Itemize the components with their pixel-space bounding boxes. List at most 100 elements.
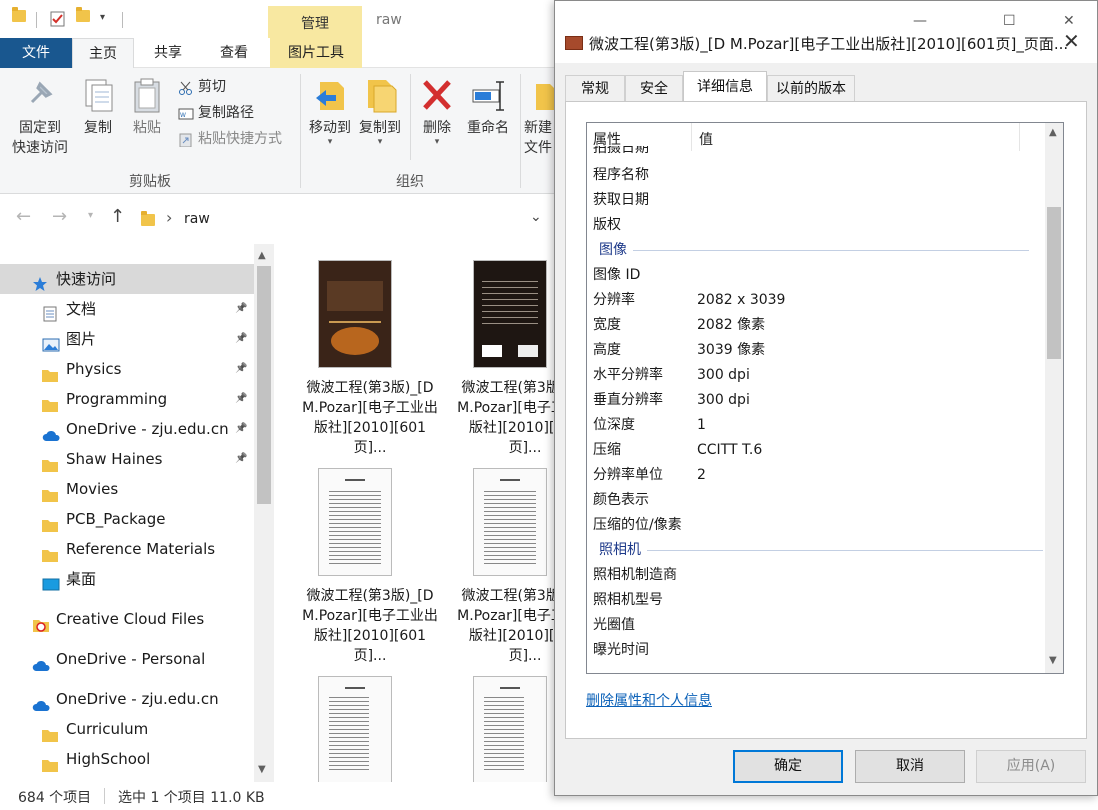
nav-item[interactable]: Shaw Haines 📌 <box>0 444 254 474</box>
paste-shortcut-button[interactable]: 粘贴快捷方式 <box>178 128 282 150</box>
nav-item[interactable]: Curriculum <box>0 714 254 744</box>
tab-security[interactable]: 安全 <box>625 75 683 101</box>
nav-item-label: HighSchool <box>66 750 151 768</box>
nav-item[interactable]: OneDrive - Personal <box>0 644 254 674</box>
nav-item-label: 图片 <box>66 330 97 348</box>
delete-button[interactable]: 删除 ▾ <box>414 76 460 147</box>
column-value[interactable]: 值 <box>699 129 713 149</box>
property-row[interactable]: 分辨率单位 2 <box>587 463 1045 488</box>
apply-button[interactable]: 应用(A) <box>976 750 1086 783</box>
details-panel: 属性 值 拍摄日期 程序名称 获取日期 版权 图像 图像 ID 分辨率 2082 x 303… <box>565 101 1087 739</box>
property-row[interactable]: 水平分辨率 300 dpi <box>587 363 1045 388</box>
property-name: 分辨率单位 <box>593 467 663 483</box>
cut-button[interactable]: 剪切 <box>178 76 226 98</box>
property-row[interactable]: 程序名称 <box>587 163 1045 188</box>
nav-item[interactable]: 图片 📌 <box>0 324 254 354</box>
file-name: 微波工程(第3版)_[D M.Pozar][电子工业出版社][2010][601… <box>457 588 560 664</box>
property-row[interactable]: 压缩的位/像素 <box>587 513 1045 538</box>
property-value: 2 <box>697 467 706 483</box>
nav-item[interactable]: OneDrive - zju.edu.cn <box>0 684 254 714</box>
property-row[interactable]: 获取日期 <box>587 188 1045 213</box>
nav-item[interactable]: HighSchool <box>0 744 254 774</box>
property-row[interactable]: 颜色表示 <box>587 488 1045 513</box>
window-close-icon[interactable]: ✕ <box>1063 13 1075 29</box>
nav-item[interactable]: Physics 📌 <box>0 354 254 384</box>
copy-button[interactable]: 复制 <box>78 76 118 138</box>
tab-home[interactable]: 主页 <box>72 38 134 69</box>
ribbon-separator <box>410 74 411 160</box>
property-name: 程序名称 <box>593 167 649 183</box>
breadcrumb-chevron-icon[interactable]: › <box>166 208 172 227</box>
cancel-button[interactable]: 取消 <box>855 750 965 783</box>
customize-quick-access-icon[interactable]: ▾ <box>100 12 114 30</box>
nav-scrollbar-thumb[interactable] <box>257 266 271 504</box>
nav-item[interactable]: 文档 📌 <box>0 294 254 324</box>
paste-button[interactable]: 粘贴 <box>126 76 168 138</box>
ok-button[interactable]: 确定 <box>733 750 843 783</box>
breadcrumb-raw[interactable]: raw <box>184 211 210 227</box>
property-row[interactable]: 宽度 2082 像素 <box>587 313 1045 338</box>
property-row[interactable]: 曝光时间 <box>587 638 1045 663</box>
nav-item[interactable]: Movies <box>0 474 254 504</box>
scroll-down-icon[interactable]: ▼ <box>1049 655 1057 666</box>
minimize-icon[interactable]: — <box>913 13 927 29</box>
nav-item[interactable]: 桌面 <box>0 564 254 594</box>
tab-details[interactable]: 详细信息 <box>683 71 767 102</box>
scroll-up-icon[interactable]: ▲ <box>258 250 266 261</box>
separator <box>36 12 37 28</box>
property-row[interactable]: 光圈值 <box>587 613 1045 638</box>
tab-picture-tools[interactable]: 图片工具 <box>270 38 362 68</box>
property-name: 图像 ID <box>593 267 641 283</box>
property-row[interactable]: 分辨率 2082 x 3039 <box>587 288 1045 313</box>
address-dropdown-icon[interactable]: ⌄ <box>530 209 542 225</box>
property-row[interactable]: 压缩 CCITT T.6 <box>587 438 1045 463</box>
column-divider[interactable] <box>1019 123 1020 151</box>
property-row[interactable]: 图像 ID <box>587 263 1045 288</box>
property-row[interactable]: 高度 3039 像素 <box>587 338 1045 363</box>
property-row[interactable]: 垂直分辨率 300 dpi <box>587 388 1045 413</box>
property-row[interactable]: 照相机制造商 <box>587 563 1045 588</box>
new-folder-icon[interactable] <box>76 7 90 28</box>
property-name: 获取日期 <box>593 192 649 208</box>
scroll-down-icon[interactable]: ▼ <box>258 764 266 775</box>
column-divider[interactable] <box>691 123 692 151</box>
tab-share[interactable]: 共享 <box>140 38 196 68</box>
nav-item[interactable]: Programming 📌 <box>0 384 254 414</box>
nav-item[interactable]: Reference Materials <box>0 534 254 564</box>
rename-button[interactable]: 重命名 <box>462 76 514 138</box>
file-thumbnail <box>318 468 392 576</box>
property-row[interactable]: 位深度 1 <box>587 413 1045 438</box>
tab-file[interactable]: 文件 <box>0 38 72 68</box>
property-name: 光圈值 <box>593 617 635 633</box>
folder-icon <box>42 752 58 782</box>
clipboard-icon <box>129 76 165 114</box>
recent-locations-chevron-icon[interactable]: ▾ <box>88 210 93 221</box>
nav-item[interactable]: Creative Cloud Files <box>0 604 254 634</box>
remove-properties-link[interactable]: 删除属性和个人信息 <box>586 690 712 710</box>
properties-check-icon[interactable] <box>50 10 65 28</box>
move-to-button[interactable]: 移动到 ▾ <box>304 76 356 147</box>
tab-previous-versions[interactable]: 以前的版本 <box>767 75 855 101</box>
up-arrow-icon[interactable]: ↑ <box>110 206 125 227</box>
back-arrow-icon[interactable]: ← <box>16 206 31 227</box>
copy-to-button[interactable]: 复制到 ▾ <box>354 76 406 147</box>
tab-general[interactable]: 常规 <box>565 75 625 101</box>
property-scrollbar[interactable] <box>1045 123 1063 673</box>
pin-to-quick-access-button[interactable]: 固定到 快速访问 <box>6 76 74 158</box>
nav-item[interactable]: PCB_Package <box>0 504 254 534</box>
maximize-icon[interactable]: ☐ <box>1003 13 1016 29</box>
nav-item[interactable]: 快速访问 <box>0 264 254 294</box>
property-scrollbar-thumb[interactable] <box>1047 207 1061 359</box>
address-box[interactable]: › raw ⌄ <box>132 204 552 234</box>
property-value: 300 dpi <box>697 392 750 408</box>
manage-label[interactable]: 管理 <box>268 13 362 33</box>
property-row[interactable]: 版权 <box>587 213 1045 238</box>
forward-arrow-icon[interactable]: → <box>52 206 67 227</box>
copy-path-button[interactable]: W 复制路径 <box>178 102 254 124</box>
close-icon[interactable]: ✕ <box>1063 29 1080 53</box>
tab-view[interactable]: 查看 <box>206 38 262 68</box>
property-row[interactable]: 照相机型号 <box>587 588 1045 613</box>
scroll-up-icon[interactable]: ▲ <box>1049 127 1057 138</box>
new-folder-button[interactable]: 新建 文件 <box>524 76 556 158</box>
nav-item[interactable]: OneDrive - zju.edu.cn 📌 <box>0 414 254 444</box>
